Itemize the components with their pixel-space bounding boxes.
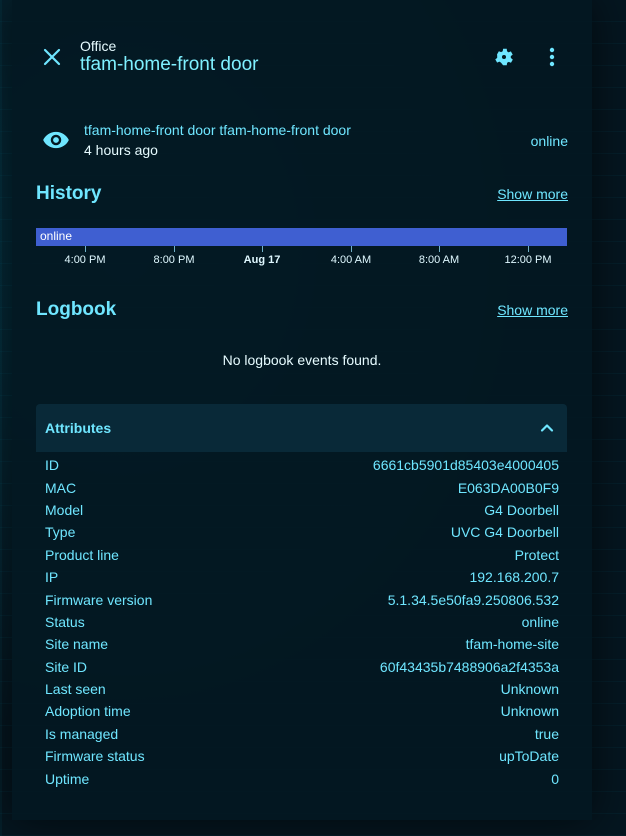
timeline-state-label: online: [40, 229, 73, 243]
attribute-row: IP 192.168.200.7: [45, 566, 559, 588]
attribute-row: ID 6661cb5901d85403e4000405: [45, 454, 559, 476]
attribute-key: Site ID: [45, 658, 88, 675]
dots-vertical-icon: [549, 47, 555, 67]
axis-tick-label: 8:00 AM: [418, 254, 460, 266]
attribute-key: MAC: [45, 479, 77, 496]
attribute-key: Status: [45, 613, 85, 630]
axis-tick: [85, 246, 86, 252]
more-info-dialog: Office tfam-home-front door tfam-home-fr…: [12, 0, 592, 820]
attribute-row: Site name tfam-home-site: [45, 633, 559, 655]
axis-tick: [528, 246, 529, 252]
history-timeline-bar[interactable]: online: [36, 228, 567, 246]
chevron-up-icon: [540, 424, 554, 432]
attributes-panel: Attributes ID 6661cb5901d85403e4000405 MA…: [36, 404, 567, 788]
logbook-title: Logbook: [36, 299, 117, 320]
attribute-key: Type: [45, 524, 76, 541]
attribute-value: Unknown: [500, 681, 559, 698]
attribute-value: 192.168.200.7: [469, 569, 559, 586]
attribute-key: ID: [45, 457, 59, 474]
attribute-row: Site ID 60f43435b7488906a2f4353a: [45, 656, 559, 678]
attribute-row: Is managed true: [45, 723, 559, 745]
history-show-more-link[interactable]: Show more: [497, 186, 568, 202]
attribute-row: Firmware version 5.1.34.5e50fa9.250806.53…: [45, 588, 559, 610]
attributes-title: Attributes: [45, 420, 112, 436]
attribute-key: Uptime: [45, 770, 90, 787]
gear-icon: [495, 48, 513, 66]
dialog-header: Office tfam-home-front door: [12, 0, 592, 110]
attribute-key: Is managed: [45, 725, 119, 742]
attribute-row: MAC E063DA00B0F9: [45, 476, 559, 498]
attribute-key: Site name: [45, 636, 109, 653]
attribute-value: 60f43435b7488906a2f4353a: [379, 658, 559, 675]
entity-state-row[interactable]: tfam-home-front door tfam-home-front doo…: [36, 118, 568, 162]
axis-tick: [262, 246, 263, 252]
logbook-empty-message: No logbook events found.: [222, 352, 382, 368]
close-button[interactable]: [32, 37, 72, 77]
attribute-row: Product line Protect: [45, 544, 559, 566]
attribute-value: Protect: [514, 546, 559, 563]
history-title: History: [36, 183, 102, 204]
axis-tick-label: Aug 17: [243, 254, 281, 266]
axis-tick-label: 12:00 PM: [504, 254, 552, 266]
attribute-row: Uptime 0: [45, 767, 559, 789]
attribute-value: online: [521, 613, 559, 630]
attribute-value: tfam-home-site: [465, 636, 559, 653]
attribute-row: Model G4 Doorbell: [45, 499, 559, 521]
attribute-row: Type UVC G4 Doorbell: [45, 521, 559, 543]
attribute-value: 6661cb5901d85403e4000405: [372, 457, 559, 474]
attribute-row: Last seen Unknown: [45, 678, 559, 700]
close-icon: [43, 48, 61, 66]
axis-tick: [351, 246, 352, 252]
attribute-row: Status online: [45, 611, 559, 633]
more-options-button[interactable]: [532, 37, 572, 77]
entity-state-value: online: [530, 133, 568, 149]
attribute-value: Unknown: [500, 703, 559, 720]
eye-icon: [43, 131, 69, 149]
attribute-value: upToDate: [499, 748, 559, 765]
attribute-key: Adoption time: [45, 703, 131, 720]
attribute-key: Last seen: [45, 681, 106, 698]
timeline-axis: 4:00 PM 8:00 PM Aug 17 4:00 AM 8:00 AM 1…: [36, 246, 567, 270]
logbook-show-more-link[interactable]: Show more: [497, 302, 568, 318]
settings-button[interactable]: [484, 37, 524, 77]
attributes-toggle[interactable]: Attributes: [36, 404, 567, 452]
attribute-key: Firmware version: [45, 591, 153, 608]
area-name: Office: [80, 38, 117, 54]
axis-tick-label: 4:00 AM: [330, 254, 372, 266]
attribute-value: 5.1.34.5e50fa9.250806.532: [387, 591, 559, 608]
attribute-value: UVC G4 Doorbell: [450, 524, 559, 541]
attribute-value: G4 Doorbell: [484, 501, 559, 518]
attribute-key: Firmware status: [45, 748, 145, 765]
attribute-value: E063DA00B0F9: [457, 479, 559, 496]
attributes-list: ID 6661cb5901d85403e4000405 MAC E063DA00B0…: [45, 454, 559, 790]
attribute-value: 0: [551, 770, 559, 787]
axis-tick-label: 8:00 PM: [153, 254, 195, 266]
last-changed-time: 4 hours ago: [84, 142, 158, 158]
attribute-key: IP: [45, 569, 59, 586]
axis-tick-label: 4:00 PM: [64, 254, 106, 266]
axis-tick: [439, 246, 440, 252]
attribute-value: true: [534, 725, 559, 742]
attribute-key: Product line: [45, 546, 119, 563]
attribute-key: Model: [45, 501, 84, 518]
attribute-row: Firmware status upToDate: [45, 745, 559, 767]
axis-tick: [174, 246, 175, 252]
entity-friendly-name: tfam-home-front door tfam-home-front doo…: [84, 122, 351, 138]
attribute-row: Adoption time Unknown: [45, 700, 559, 722]
entity-title: tfam-home-front door: [80, 54, 259, 75]
